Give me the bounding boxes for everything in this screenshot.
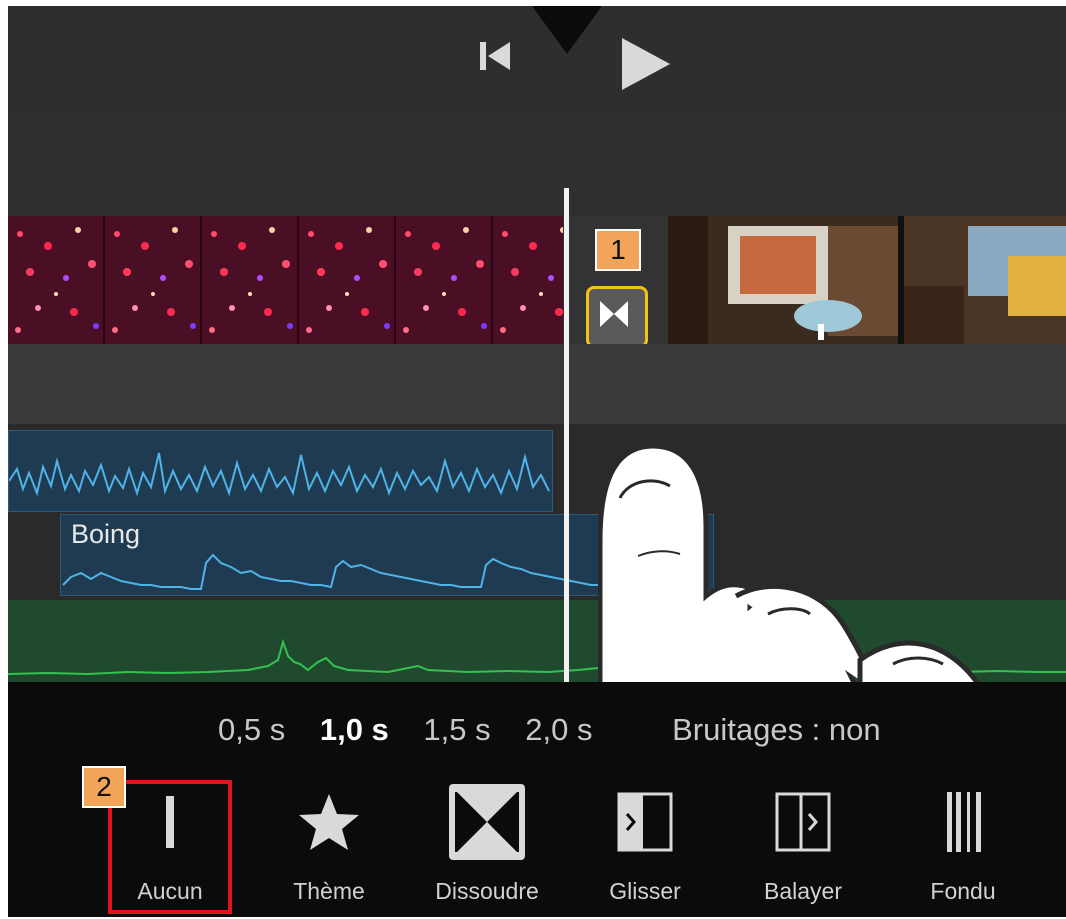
duration-option-1-0[interactable]: 1,0 s — [320, 712, 389, 748]
audio-clip-1[interactable] — [8, 430, 553, 512]
play-button[interactable] — [616, 34, 676, 94]
rewind-button[interactable] — [474, 36, 514, 76]
duration-option-0-5[interactable]: 0,5 s — [218, 712, 285, 748]
clip-thumbnails — [8, 216, 563, 344]
duration-option-1-5[interactable]: 1,5 s — [423, 712, 490, 748]
clip-thumbnails-room — [668, 216, 1066, 344]
transition-settings-panel: 0,5 s 1,0 s 1,5 s 2,0 s Bruitages : non … — [8, 682, 1066, 917]
option-label: Dissoudre — [435, 878, 539, 904]
clip-timeline-strip — [8, 344, 1066, 424]
empty-track-area — [8, 116, 1066, 216]
sound-effects-toggle[interactable]: Bruitages : non — [672, 712, 881, 748]
transition-option-fade[interactable]: Fondu — [888, 780, 1038, 910]
timeline[interactable]: 1 Boing — [8, 116, 1066, 774]
dissolve-icon — [449, 784, 525, 860]
bowtie-transition-icon — [600, 301, 628, 327]
star-icon — [299, 794, 359, 850]
imovie-editor: 1 Boing 0,5 s 1,0 s 1,5 s 2,0 s Bruitage… — [8, 6, 1066, 917]
toolbar — [8, 6, 1066, 116]
option-label: Glisser — [609, 878, 681, 904]
transition-button[interactable] — [586, 286, 648, 348]
video-clip-room[interactable] — [668, 216, 1066, 344]
option-label: Thème — [293, 878, 365, 904]
wipe-icon — [775, 792, 831, 852]
tap-gesture-icon — [598, 446, 986, 691]
option-label: Balayer — [764, 878, 842, 904]
playhead-marker — [532, 6, 602, 54]
highlight-box — [108, 780, 232, 914]
transition-option-dissolve[interactable]: Dissoudre — [412, 780, 562, 910]
transition-option-slide[interactable]: Glisser — [570, 780, 720, 910]
fade-icon — [947, 792, 981, 852]
skip-back-icon — [480, 42, 510, 70]
callout-badge-1: 1 — [595, 229, 641, 271]
waveform — [8, 452, 550, 497]
play-icon — [622, 38, 670, 90]
transition-option-wipe[interactable]: Balayer — [728, 780, 878, 910]
duration-selector: 0,5 s 1,0 s 1,5 s 2,0 s Bruitages : non — [218, 712, 881, 748]
video-clip-fireworks[interactable] — [8, 216, 563, 344]
transition-option-theme[interactable]: Thème — [254, 780, 404, 910]
duration-option-2-0[interactable]: 2,0 s — [525, 712, 592, 748]
slide-icon — [617, 792, 673, 852]
callout-badge-2: 2 — [82, 766, 126, 808]
option-label: Fondu — [930, 878, 996, 904]
